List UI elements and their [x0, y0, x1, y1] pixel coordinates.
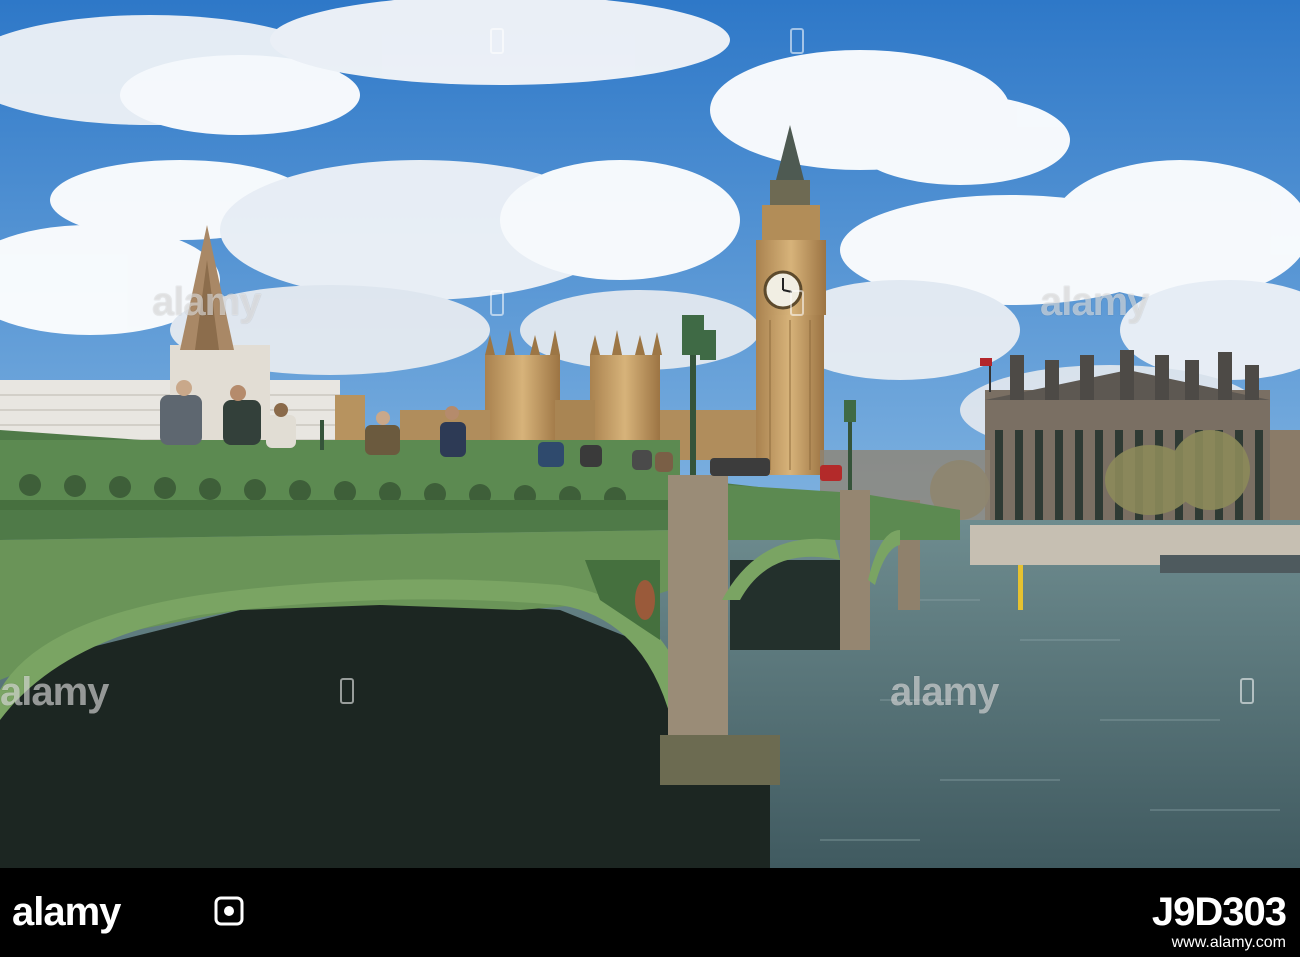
watermark-mark: [340, 678, 354, 704]
scene: [0, 0, 1300, 868]
watermark-mark: [490, 28, 504, 54]
yellow-buoy: [1018, 565, 1023, 610]
site-url: www.alamy.com: [1171, 934, 1286, 951]
watermark-mark: [790, 28, 804, 54]
watermark-mark: [1240, 678, 1254, 704]
pier-2: [840, 490, 870, 650]
alamy-logo-icon: [214, 896, 244, 926]
watermark-mark: [490, 290, 504, 316]
alamy-logo: alamy: [12, 890, 121, 934]
pontoon: [1160, 555, 1300, 573]
watermark-mark: [790, 290, 804, 316]
image-id: J9D303: [1151, 890, 1287, 934]
footer-bar: alamy J9D303 www.alamy.com: [0, 868, 1300, 957]
pier-1: [668, 475, 728, 765]
photo: alamy alamy alamy alamy: [0, 0, 1300, 868]
